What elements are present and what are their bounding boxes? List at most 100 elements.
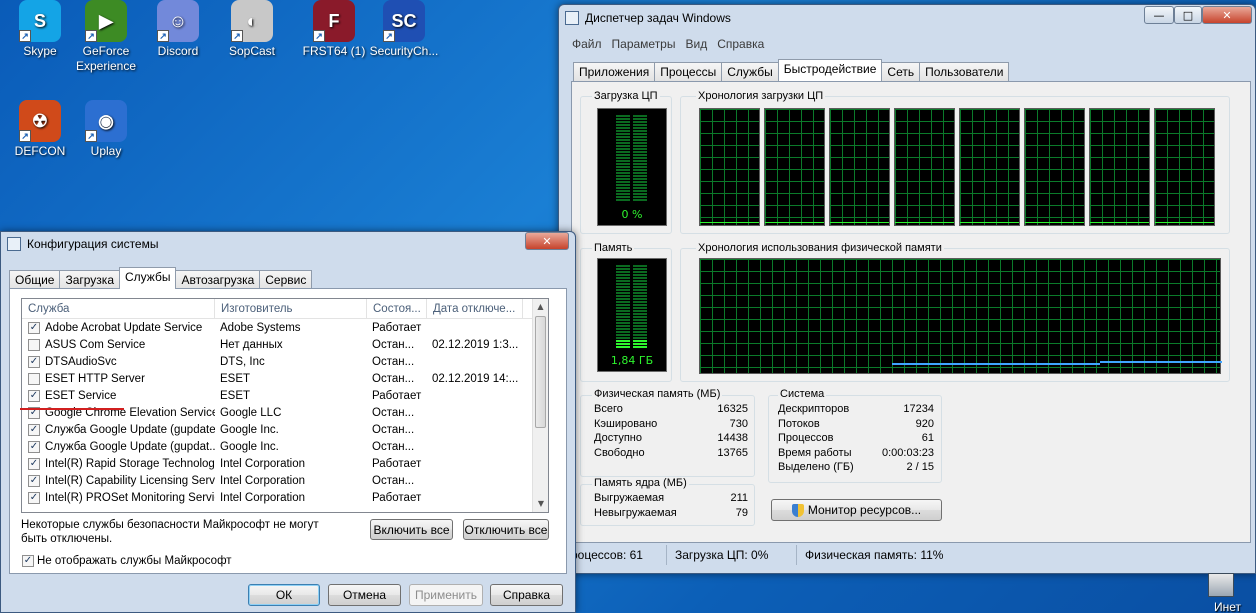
service-checkbox[interactable]: ✓ (28, 389, 40, 402)
tab-tools[interactable]: Сервис (259, 270, 313, 289)
cpu-core-history-graph (959, 108, 1020, 226)
desktop-icon-uplay[interactable]: ◉ ↗ Uplay (68, 100, 144, 159)
memory-meter-segment (616, 337, 630, 339)
network-tray-icon[interactable] (1208, 573, 1234, 597)
system-label: Время работы (778, 446, 852, 459)
menu-file[interactable]: Файл (567, 37, 607, 51)
service-row[interactable]: ✓ Служба Google Update (gupdat... Google I… (22, 438, 548, 455)
service-row[interactable]: ✓ Служба Google Update (gupdate) Google In… (22, 421, 548, 438)
service-row[interactable]: ✓ Intel(R) PROSet Monitoring Service Intel… (22, 489, 548, 506)
maximize-button[interactable]: □ (1174, 6, 1202, 24)
service-row[interactable]: ASUS Com Service Нет данных Остан... 02.12.… (22, 336, 548, 353)
service-checkbox[interactable]: ✓ (28, 321, 40, 334)
desktop-icon-sopcast[interactable]: ◐ ↗ SopCast (214, 0, 290, 59)
resource-monitor-button[interactable]: Монитор ресурсов... (771, 499, 942, 521)
physical-memory-stats: Всего 16325 Кэшировано 730 Доступно 14438 Своб… (594, 403, 748, 461)
cpu-meter-segment (633, 160, 647, 162)
service-status: Остан... (372, 406, 415, 419)
service-name-cell: ✓ Intel(R) PROSet Monitoring Service (22, 491, 215, 504)
tab-network[interactable]: Сеть (881, 62, 921, 81)
service-row[interactable]: ✓ Intel(R) Rapid Storage Technology Intel … (22, 455, 548, 472)
service-name: DTSAudioSvc (45, 355, 117, 368)
service-checkbox[interactable]: ✓ (28, 423, 40, 436)
physical-memory-value: 16325 (717, 403, 748, 415)
desktop-icon-frst64[interactable]: F ↗ FRST64 (1) (296, 0, 372, 59)
memory-meter-segment (616, 301, 630, 303)
msconfig-icon (7, 237, 21, 251)
tab-general[interactable]: Общие (9, 270, 61, 289)
msconfig-titlebar[interactable]: Конфигурация системы (1, 232, 575, 256)
hide-microsoft-services-checkbox[interactable]: ✓ (22, 555, 34, 567)
service-row[interactable]: ✓ Google Chrome Elevation Service Google L… (22, 404, 548, 421)
msconfig-close-button[interactable]: ✕ (525, 232, 569, 250)
desktop-icon-discord[interactable]: ☺ ↗ Discord (140, 0, 216, 59)
column-date-disabled[interactable]: Дата отключе... (427, 299, 523, 318)
memory-meter-segment (616, 340, 630, 342)
services-scrollbar[interactable]: ▲ ▼ (532, 299, 548, 512)
disable-all-button[interactable]: Отключить все (463, 519, 549, 540)
cpu-meter-value: 0 % (621, 208, 643, 221)
menu-help[interactable]: Справка (712, 37, 769, 51)
system-row: Потоков 920 (778, 418, 934, 433)
scroll-down-arrow[interactable]: ▼ (533, 496, 548, 512)
cpu-core-history-graph (894, 108, 955, 226)
service-checkbox[interactable]: ✓ (28, 457, 40, 470)
service-checkbox[interactable] (28, 338, 40, 351)
tab-performance[interactable]: Быстродействие (777, 59, 883, 81)
cpu-meter-segment (633, 193, 647, 195)
tab-services[interactable]: Службы (721, 62, 779, 81)
column-service[interactable]: Служба (22, 299, 215, 318)
service-name: Intel(R) PROSet Monitoring Service (45, 491, 215, 504)
memory-meter-segment (616, 307, 630, 309)
tab-applications[interactable]: Приложения (573, 62, 656, 81)
resource-monitor-label: Монитор ресурсов... (807, 503, 922, 517)
services-rows: ✓ Adobe Acrobat Update Service Adobe Syste… (22, 319, 548, 506)
desktop-icon-label: Skype (23, 44, 57, 58)
ok-button[interactable]: ОК (248, 584, 320, 606)
enable-all-button[interactable]: Включить все (370, 519, 453, 540)
memory-meter-segment (633, 274, 647, 276)
service-row[interactable]: ✓ Intel(R) Capability Licensing Serv... In… (22, 472, 548, 489)
scroll-thumb[interactable] (535, 316, 546, 428)
tab-startup[interactable]: Автозагрузка (175, 270, 261, 289)
tab-users[interactable]: Пользователи (919, 62, 1010, 81)
cpu-meter-segment (616, 175, 630, 177)
cancel-button[interactable]: Отмена (328, 584, 401, 606)
desktop-icon-defcon[interactable]: ☢ ↗ DEFCON (2, 100, 78, 159)
memory-meter-segment (616, 277, 630, 279)
cpu-meter-segment (616, 142, 630, 144)
apply-button[interactable]: Применить (409, 584, 483, 606)
desktop-icon-securitycheck[interactable]: SC ↗ SecurityCh... (366, 0, 442, 59)
close-button[interactable]: ✕ (1202, 6, 1252, 24)
service-row[interactable]: ✓ Adobe Acrobat Update Service Adobe Syste… (22, 319, 548, 336)
help-button[interactable]: Справка (490, 584, 563, 606)
service-checkbox[interactable]: ✓ (28, 440, 40, 453)
tab-boot[interactable]: Загрузка (59, 270, 120, 289)
cpu-core-history-line (700, 222, 759, 223)
service-row[interactable]: ✓ DTSAudioSvc DTS, Inc Остан... (22, 353, 548, 370)
cpu-meter-segment (633, 181, 647, 183)
column-manufacturer[interactable]: Изготовитель (215, 299, 367, 318)
service-row[interactable]: ESET HTTP Server ESET Остан... 02.12.2019 1… (22, 370, 548, 387)
tab-msconfig-services[interactable]: Службы (119, 267, 177, 289)
minimize-button[interactable]: — (1144, 6, 1174, 24)
task-manager-tabs: Приложения Процессы Службы Быстродействи… (573, 59, 1010, 81)
service-name-cell: ✓ Служба Google Update (gupdate) (22, 423, 215, 436)
service-name-cell: ✓ Adobe Acrobat Update Service (22, 321, 215, 334)
desktop-icon-skype[interactable]: S ↗ Skype (2, 0, 78, 59)
tab-processes[interactable]: Процессы (654, 62, 723, 81)
menu-options[interactable]: Параметры (607, 37, 681, 51)
desktop-icon-geforce[interactable]: ▶ ↗ GeForce Experience (68, 0, 144, 74)
service-checkbox[interactable]: ✓ (28, 355, 40, 368)
service-checkbox[interactable]: ✓ (28, 491, 40, 504)
scroll-up-arrow[interactable]: ▲ (533, 299, 548, 315)
service-checkbox[interactable] (28, 372, 40, 385)
cpu-history-label: Хронология загрузки ЦП (696, 90, 826, 102)
column-status[interactable]: Состоя... (367, 299, 427, 318)
menu-view[interactable]: Вид (680, 37, 712, 51)
hide-microsoft-services-option[interactable]: ✓ Не отображать службы Майкрософт (22, 555, 232, 567)
desktop-icon-label: SopCast (228, 44, 276, 58)
service-row[interactable]: ✓ ESET Service ESET Работает (22, 387, 548, 404)
service-checkbox[interactable]: ✓ (28, 474, 40, 487)
task-manager-icon (565, 11, 579, 25)
